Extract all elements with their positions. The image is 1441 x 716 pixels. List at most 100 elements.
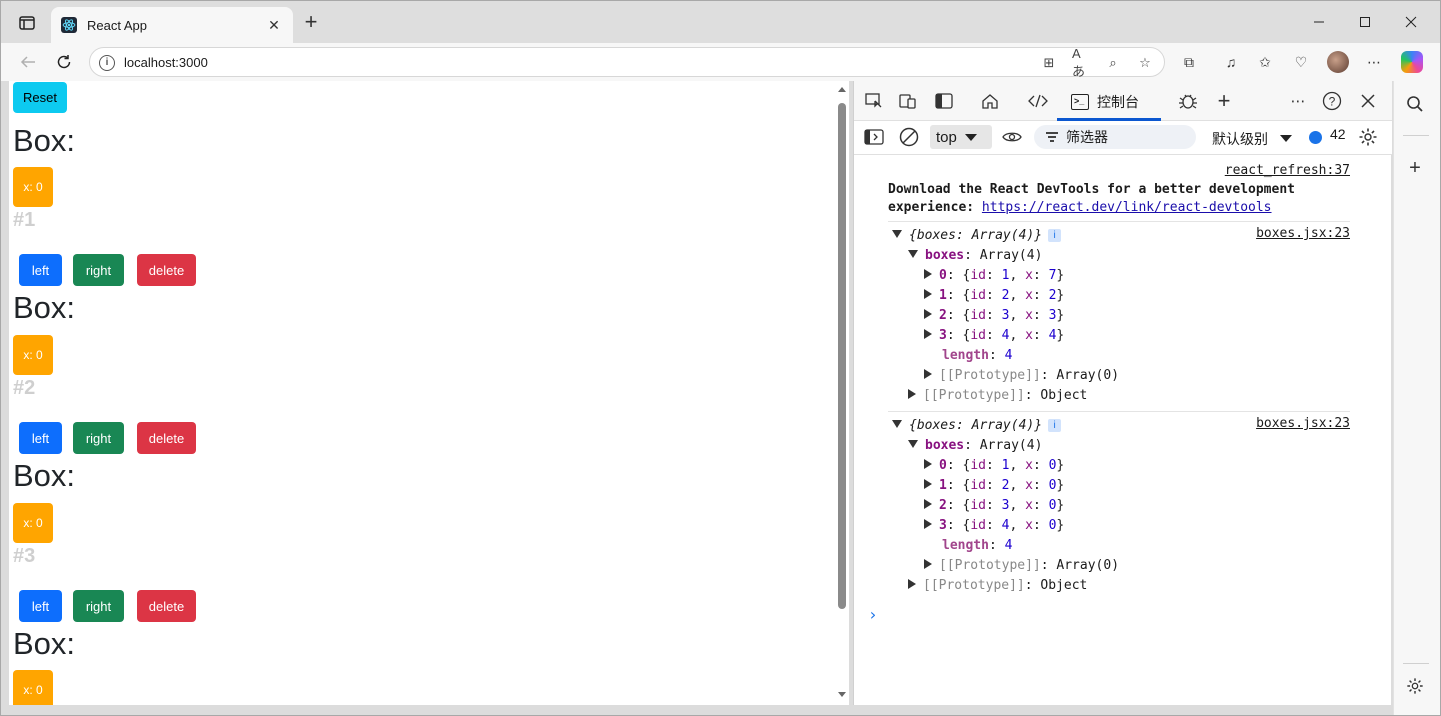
log-property[interactable]: boxes: Array(4)	[908, 247, 1042, 265]
collapsed-triangle-icon	[924, 499, 932, 509]
expanded-triangle-icon	[892, 420, 902, 428]
filter-placeholder: 筛选器	[1066, 129, 1108, 145]
console-filter-input[interactable]: 筛选器	[1034, 125, 1196, 149]
scroll-down-icon[interactable]	[838, 692, 846, 697]
dock-side-icon[interactable]	[932, 90, 956, 112]
minimize-button[interactable]	[1307, 11, 1331, 33]
favorite-star-icon[interactable]: ☆	[1136, 54, 1154, 72]
box-value: x: 0	[13, 670, 53, 705]
left-button[interactable]: left	[19, 422, 62, 454]
close-devtools-icon[interactable]	[1356, 90, 1380, 112]
tab-console[interactable]: >_ 控制台	[1057, 85, 1161, 121]
source-link[interactable]: boxes.jsx:23	[1256, 226, 1350, 241]
address-bar[interactable]: i localhost:3000 ⊞ Aあ ⌕ ☆	[89, 46, 1165, 79]
collapsed-triangle-icon	[924, 329, 932, 339]
log-separator	[888, 221, 1350, 222]
array-item[interactable]: 3: {id: 4, x: 0}	[924, 517, 1064, 535]
log-property[interactable]: boxes: Array(4)	[908, 437, 1042, 455]
refresh-button[interactable]	[51, 50, 77, 74]
array-length: length: 4	[942, 348, 1013, 363]
browser-essentials-icon[interactable]: ♡	[1290, 51, 1312, 73]
console-filter-bar: top 筛选器 默认级别 42	[854, 121, 1392, 155]
array-item[interactable]: 0: {id: 1, x: 7}	[924, 267, 1064, 285]
inspect-element-icon[interactable]	[862, 90, 886, 112]
sidebar-toggle-icon[interactable]	[862, 126, 886, 148]
address-url: localhost:3000	[124, 55, 208, 70]
live-expression-eye-icon[interactable]	[1000, 126, 1024, 148]
debugger-bug-icon[interactable]	[1176, 90, 1200, 112]
delete-button[interactable]: delete	[137, 422, 196, 454]
object-prototype[interactable]: [[Prototype]]: Object	[908, 387, 1087, 405]
log-object-summary[interactable]: {boxes: Array(4)} i	[892, 417, 1062, 435]
help-icon[interactable]: ?	[1320, 90, 1344, 112]
collapsed-triangle-icon	[924, 519, 932, 529]
scroll-up-icon[interactable]	[838, 87, 846, 92]
delete-button[interactable]: delete	[137, 590, 196, 622]
log-object-summary[interactable]: {boxes: Array(4)} i	[892, 227, 1062, 245]
add-sidebar-app-plus-icon[interactable]: +	[1404, 157, 1426, 179]
source-link[interactable]: react_refresh:37	[1225, 163, 1350, 178]
more-tools-plus-icon[interactable]: +	[1212, 88, 1236, 113]
zoom-icon[interactable]: ⌕	[1104, 54, 1122, 72]
maximize-button[interactable]	[1353, 11, 1377, 33]
box-id: #3	[13, 545, 36, 567]
context-select[interactable]: top	[930, 125, 992, 149]
scrollbar-thumb[interactable]	[838, 103, 846, 609]
right-button[interactable]: right	[73, 422, 124, 454]
close-window-button[interactable]	[1399, 11, 1423, 33]
devtools-link[interactable]: https://react.dev/link/react-devtools	[982, 200, 1272, 215]
reset-button[interactable]: Reset	[13, 82, 67, 113]
console-prompt-input[interactable]: ›	[868, 605, 878, 624]
profile-avatar[interactable]	[1327, 51, 1349, 73]
search-icon[interactable]	[1404, 93, 1426, 115]
right-button[interactable]: right	[73, 590, 124, 622]
edge-sidebar: +	[1393, 81, 1440, 715]
page-scrollbar[interactable]	[835, 81, 849, 705]
welcome-home-icon[interactable]	[978, 90, 1002, 112]
array-prototype[interactable]: [[Prototype]]: Array(0)	[924, 367, 1119, 385]
close-tab-icon[interactable]: ✕	[265, 16, 283, 34]
source-link[interactable]: boxes.jsx:23	[1256, 416, 1350, 431]
arrow-left-icon	[20, 56, 35, 68]
devtools-toolbar: >_ 控制台 + ⋯ ?	[854, 81, 1392, 121]
array-item[interactable]: 2: {id: 3, x: 0}	[924, 497, 1064, 515]
read-aloud-icon[interactable]: Aあ	[1072, 46, 1090, 79]
console-settings-gear-icon[interactable]	[1356, 126, 1380, 148]
back-button[interactable]	[15, 50, 41, 74]
object-prototype[interactable]: [[Prototype]]: Object	[908, 577, 1087, 595]
array-item[interactable]: 1: {id: 2, x: 0}	[924, 477, 1064, 495]
media-icon[interactable]: ♫	[1220, 51, 1242, 73]
array-prototype[interactable]: [[Prototype]]: Array(0)	[924, 557, 1119, 575]
browser-window: React App ✕ + i localhost:3000 ⊞ Aあ ⌕ ☆	[0, 0, 1441, 716]
site-info-icon[interactable]: i	[99, 55, 115, 71]
delete-button[interactable]: delete	[137, 254, 196, 286]
left-button[interactable]: left	[19, 254, 62, 286]
extensions-icon[interactable]: ⧉	[1178, 51, 1200, 73]
left-button[interactable]: left	[19, 590, 62, 622]
tab-actions-button[interactable]	[13, 11, 41, 35]
device-emulation-icon[interactable]	[896, 90, 920, 112]
minimize-icon	[1314, 21, 1324, 23]
browser-tab[interactable]: React App ✕	[51, 7, 293, 43]
array-item[interactable]: 3: {id: 4, x: 4}	[924, 327, 1064, 345]
title-bar: React App ✕ +	[1, 1, 1440, 43]
elements-code-icon[interactable]	[1026, 90, 1050, 112]
clear-console-icon[interactable]	[897, 126, 921, 148]
array-item[interactable]: 0: {id: 1, x: 0}	[924, 457, 1064, 475]
log-level-select[interactable]: 默认级别	[1212, 129, 1268, 149]
favorites-icon[interactable]: ✩	[1254, 51, 1276, 73]
devtools-more-icon[interactable]: ⋯	[1286, 90, 1310, 112]
new-tab-button[interactable]: +	[301, 11, 321, 33]
sidebar-settings-gear-icon[interactable]	[1404, 675, 1426, 697]
sidebar-separator	[1403, 663, 1429, 664]
array-item[interactable]: 1: {id: 2, x: 2}	[924, 287, 1064, 305]
collapsed-triangle-icon	[924, 269, 932, 279]
app-available-icon[interactable]: ⊞	[1040, 54, 1058, 72]
right-button[interactable]: right	[73, 254, 124, 286]
box-heading: Box:	[13, 123, 76, 158]
svg-text:?: ?	[1329, 95, 1336, 109]
more-menu-icon[interactable]: ⋯	[1363, 51, 1385, 73]
array-item[interactable]: 2: {id: 3, x: 3}	[924, 307, 1064, 325]
copilot-icon[interactable]	[1401, 51, 1423, 73]
info-icon: i	[1048, 229, 1062, 242]
